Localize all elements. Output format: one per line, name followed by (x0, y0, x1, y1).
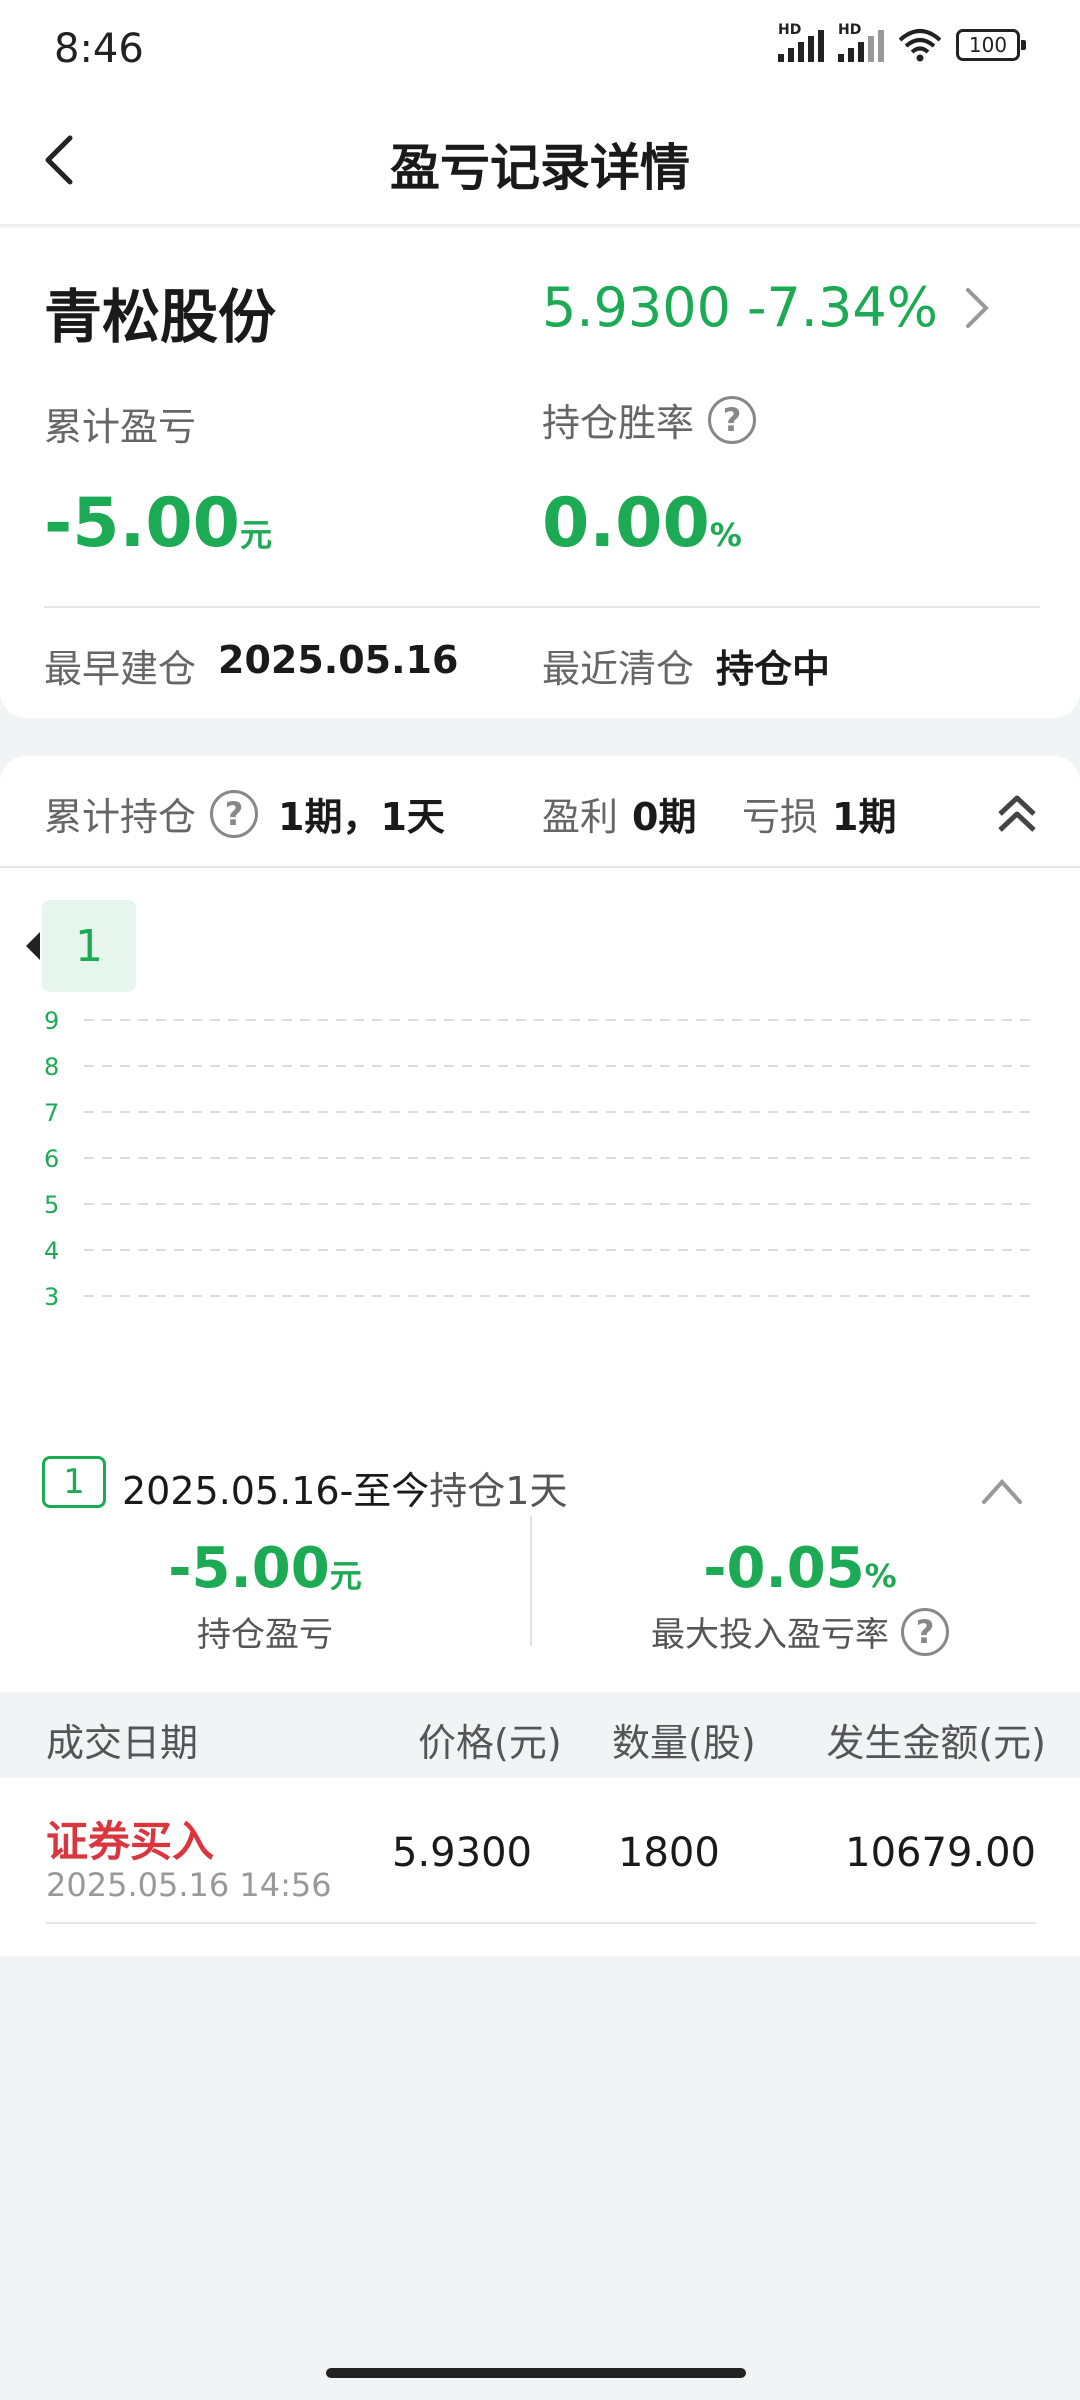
cum-holding-label: 累计持仓 (44, 795, 197, 839)
loss-periods: 亏损 1期 (742, 786, 896, 841)
summary-card: 青松股份 5.9300 -7.34% 累计盈亏 持仓胜率 ? -5.00元 0.… (0, 228, 1080, 718)
col-amount: 发生金额(元) (826, 1721, 1046, 1765)
max-rate-label: 最大投入盈亏率 (651, 1615, 889, 1655)
chart-y-tick-label: 3 (44, 1283, 59, 1311)
status-icons: HD HD 100 (778, 22, 1026, 62)
chart-y-tick-label: 9 (44, 1007, 59, 1035)
first-open-label: 最早建仓 (44, 647, 197, 691)
help-icon[interactable]: ? (210, 789, 259, 838)
row-divider (46, 1922, 1036, 1924)
cum-holding-value: 1期，1天 (278, 795, 445, 839)
last-close-value: 持仓中 (716, 647, 831, 691)
period-pnl-value: -5.00 (168, 1536, 330, 1601)
status-bar: 8:46 HD HD 100 (0, 0, 1080, 90)
signal-icon: HD (778, 22, 824, 62)
table-row[interactable]: 证券买入 2025.05.16 14:56 5.9300 1800 10679.… (0, 1778, 1080, 1928)
chart-y-tick-label: 6 (44, 1145, 59, 1173)
battery-icon: 100 (956, 29, 1026, 61)
pnl-chart: 987654322025.05.16 (44, 1007, 1036, 1311)
cum-holding: 累计持仓 ? 1期，1天 (44, 786, 445, 841)
help-icon[interactable]: ? (708, 395, 757, 444)
chart-y-tick-label: 8 (44, 1053, 59, 1081)
cum-pnl-value-group: -5.00元 (44, 484, 272, 563)
win-rate-value-group: 0.00% (542, 484, 742, 563)
col-date: 成交日期 (46, 1721, 199, 1765)
signal-hd-label: HD (778, 22, 802, 38)
double-chevron-up-icon[interactable] (992, 788, 1042, 838)
cum-pnl-label: 累计盈亏 (44, 405, 197, 449)
holding-section: 累计持仓 ? 1期，1天 盈利 0期 亏损 1期 1 987654322025.… (0, 756, 1080, 1956)
win-rate-value: 0.00 (542, 484, 710, 563)
period-hold-days: 持仓1天 (429, 1469, 568, 1513)
first-open-row: 最早建仓 2025.05.16 (44, 638, 458, 693)
chart-y-tick-label: 5 (44, 1191, 59, 1219)
stock-price: 5.9300 (542, 276, 731, 339)
signal-icon-2: HD (838, 22, 884, 62)
max-rate-metric: -0.05% 最大投入盈亏率 ? (590, 1536, 1010, 1656)
period-range-dates: 2025.05.16-至今 (122, 1469, 430, 1513)
cum-pnl-unit: 元 (240, 516, 273, 554)
col-qty: 数量(股) (612, 1721, 756, 1765)
period-pnl-metric: -5.00元 持仓盈亏 (60, 1536, 470, 1656)
page-title: 盈亏记录详情 (390, 139, 690, 197)
last-close-row: 最近清仓 持仓中 (542, 638, 830, 693)
chart-y-tick-label: 7 (44, 1099, 59, 1127)
trade-qty: 1800 (618, 1830, 720, 1876)
profit-periods: 盈利 0期 (542, 786, 696, 841)
period-pnl-unit: 元 (329, 1557, 362, 1595)
trade-type: 证券买入 (46, 1817, 215, 1866)
stock-name: 青松股份 (44, 283, 277, 351)
loss-label: 亏损 (742, 795, 819, 839)
max-rate-value: -0.05 (703, 1536, 865, 1601)
trade-time: 2025.05.16 14:56 (46, 1866, 332, 1904)
period-badge: 1 (42, 1456, 106, 1508)
trade-table-header: 成交日期 价格(元) 数量(股) 发生金额(元) (0, 1692, 1080, 1778)
cum-pnl-value: -5.00 (44, 484, 240, 563)
chart-y-tick-label: 4 (44, 1237, 59, 1265)
max-rate-unit: % (864, 1557, 897, 1595)
win-rate-label: 持仓胜率 (542, 401, 695, 445)
profit-value: 0期 (632, 795, 697, 839)
divider (44, 606, 1040, 608)
vertical-divider (530, 1516, 532, 1646)
loss-value: 1期 (832, 795, 897, 839)
profit-label: 盈利 (542, 795, 619, 839)
last-close-label: 最近清仓 (542, 647, 695, 691)
first-open-value: 2025.05.16 (218, 638, 459, 682)
chevron-up-icon[interactable] (978, 1470, 1026, 1510)
nav-bar: 盈亏记录详情 (0, 90, 1080, 226)
status-time: 8:46 (54, 26, 144, 72)
win-rate-label-group: 持仓胜率 ? (542, 392, 757, 447)
win-rate-unit: % (709, 516, 742, 554)
holding-bar: 累计持仓 ? 1期，1天 盈利 0期 亏损 1期 (0, 756, 1080, 868)
col-price: 价格(元) (418, 1721, 562, 1765)
chart-area: 1 987654322025.05.16 (0, 870, 1080, 1320)
stock-change: -7.34% (746, 276, 938, 339)
signal-hd-label-2: HD (838, 22, 862, 38)
trade-price: 5.9300 (392, 1830, 532, 1876)
trade-amount: 10679.00 (845, 1830, 1036, 1876)
home-indicator[interactable] (326, 2368, 746, 2378)
help-icon[interactable]: ? (901, 1607, 949, 1656)
chevron-right-icon (965, 287, 989, 328)
period-pnl-label: 持仓盈亏 (197, 1615, 333, 1655)
stock-quote-link[interactable]: 5.9300 -7.34% (542, 276, 996, 339)
wifi-icon (898, 29, 942, 62)
period-range: 2025.05.16-至今持仓1天 (122, 1460, 567, 1515)
